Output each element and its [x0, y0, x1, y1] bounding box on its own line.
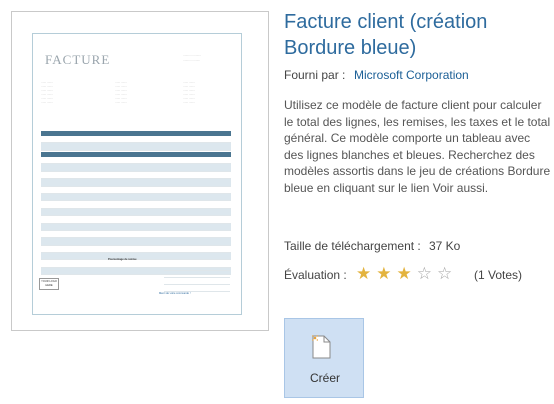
thanks-message: Merci de votre commande ! — [159, 292, 191, 295]
star-outline-icon[interactable]: ☆ — [417, 265, 432, 283]
star-filled-icon[interactable]: ★ — [397, 265, 412, 283]
logo-text: YOUR LOGO HERE — [41, 280, 57, 287]
star-filled-icon[interactable]: ★ — [356, 265, 371, 283]
create-button[interactable]: Créer — [284, 318, 364, 398]
discount-total-label: Pourcentage de remise — [108, 258, 137, 261]
star-filled-icon[interactable]: ★ — [376, 265, 391, 283]
vote-count: (1 Votes) — [474, 268, 523, 282]
rating-label: Évaluation : — [284, 268, 347, 282]
logo-placeholder: YOUR LOGO HERE — [39, 278, 59, 290]
provider-name: Microsoft Corporation — [354, 68, 469, 82]
download-size-label: Taille de téléchargement : — [284, 239, 421, 253]
star-outline-icon[interactable]: ☆ — [437, 265, 452, 283]
rating-stars[interactable]: ★ ★ ★ ☆ ☆ — [356, 265, 452, 283]
create-button-label: Créer — [309, 371, 340, 385]
template-title: Facture client (création Bordure bleue) — [284, 11, 488, 59]
template-preview: FACTURE ·········· ·········· ··········… — [11, 11, 269, 331]
template-description: Utilisez ce modèle de facture client pou… — [284, 98, 551, 195]
new-document-icon — [312, 335, 331, 359]
provided-by-label: Fourni par : — [284, 68, 346, 82]
invoice-heading: FACTURE — [45, 52, 111, 67]
download-size-value: 37 Ko — [429, 239, 461, 253]
invoice-document-thumbnail: FACTURE ·········· ·········· ··········… — [32, 33, 242, 315]
